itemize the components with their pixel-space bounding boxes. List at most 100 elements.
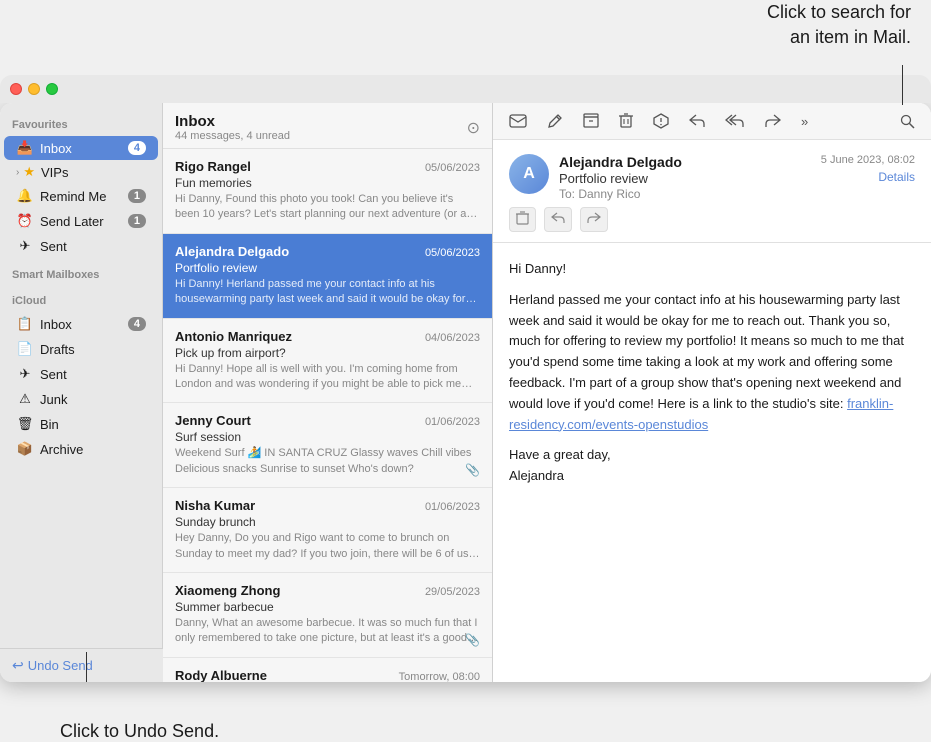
undo-send-icon: ↩ <box>12 657 24 674</box>
sidebar-item-archive[interactable]: 📦 Archive <box>4 437 158 461</box>
msg-subject: Summer barbecue <box>175 600 480 614</box>
remind-me-icon: 🔔 <box>16 187 34 205</box>
sidebar-item-bin[interactable]: 🗑 Bin <box>4 412 158 436</box>
compose-button[interactable] <box>543 111 567 131</box>
icloud-inbox-label: Inbox <box>40 317 128 332</box>
sidebar-item-vips[interactable]: › ★ VIPs <box>4 161 158 183</box>
archive-button[interactable] <box>579 111 603 131</box>
details-link[interactable]: Details <box>821 170 915 184</box>
msg-sender: Rigo Rangel <box>175 159 251 174</box>
mail-window: Favourites 📥 Inbox 4 › ★ VIPs 🔔 Remind M… <box>0 103 931 682</box>
msg-date: 05/06/2023 <box>425 247 480 259</box>
msg-preview: Hi Danny! Herland passed me your contact… <box>175 277 480 308</box>
msg-sender: Rody Albuerne <box>175 668 267 682</box>
icloud-inbox-badge: 4 <box>128 317 146 331</box>
detail-header: A Alejandra Delgado Portfolio review To:… <box>493 140 931 243</box>
message-item[interactable]: Xiaomeng Zhong 29/05/2023 Summer barbecu… <box>163 573 492 658</box>
message-item[interactable]: Rigo Rangel 05/06/2023 Fun memories Hi Da… <box>163 149 492 234</box>
msg-subject: Surf session <box>175 430 480 444</box>
icloud-inbox-icon: 📋 <box>16 315 34 333</box>
message-item[interactable]: Jenny Court 01/06/2023 Surf sessionWeeke… <box>163 403 492 488</box>
sidebar-item-icloud-inbox[interactable]: 📋 Inbox 4 <box>4 312 158 336</box>
sender-info: Alejandra Delgado Portfolio review To: D… <box>559 154 811 201</box>
msg-preview: Hi Danny, Found this photo you took! Can… <box>175 192 480 223</box>
annotation-line-right <box>902 65 903 105</box>
archive-icon: 📦 <box>16 440 34 458</box>
detail-trash-button[interactable] <box>509 207 536 232</box>
search-button[interactable] <box>896 112 919 131</box>
msg-date: 01/06/2023 <box>425 416 480 428</box>
message-list: Inbox 44 messages, 4 unread ⊙ Rigo Range… <box>163 103 493 682</box>
junk-label: Junk <box>40 392 146 407</box>
messages-container: Rigo Rangel 05/06/2023 Fun memories Hi Da… <box>163 149 492 682</box>
msg-sender: Antonio Manriquez <box>175 329 292 344</box>
msg-date: 05/06/2023 <box>425 162 480 174</box>
message-detail: » A Alejandra Delgado Portfolio review T… <box>493 103 931 682</box>
undo-send-label: Undo Send <box>28 658 93 673</box>
to-label: To: <box>559 187 578 201</box>
detail-toolbar: » <box>493 103 931 140</box>
msg-sender: Xiaomeng Zhong <box>175 583 280 598</box>
send-later-badge: 1 <box>128 214 146 228</box>
reply-all-button[interactable] <box>721 112 749 130</box>
sidebar-item-sent[interactable]: ✈ Sent <box>4 234 158 258</box>
minimize-button[interactable] <box>28 83 40 95</box>
sidebar-item-remind-me[interactable]: 🔔 Remind Me 1 <box>4 184 158 208</box>
junk-button[interactable] <box>649 111 673 131</box>
message-item[interactable]: Nisha Kumar 01/06/2023 Sunday brunchHey … <box>163 488 492 573</box>
send-later-icon: ⏰ <box>16 212 34 230</box>
sent-label: Sent <box>40 239 146 254</box>
detail-date: 5 June 2023, 08:02 <box>821 154 915 166</box>
sidebar-item-icloud-sent[interactable]: ✈ Sent <box>4 362 158 386</box>
remind-me-label: Remind Me <box>40 189 128 204</box>
new-message-button[interactable] <box>505 111 531 131</box>
msg-subject: Portfolio review <box>175 261 480 275</box>
trash-button[interactable] <box>615 111 637 131</box>
sent-icon: ✈ <box>16 237 34 255</box>
remind-me-badge: 1 <box>128 189 146 203</box>
sidebar-item-send-later[interactable]: ⏰ Send Later 1 <box>4 209 158 233</box>
attachment-icon: 📎 <box>465 633 480 647</box>
msg-date: Tomorrow, 08:00 <box>399 671 480 682</box>
msg-subject: Fun memories <box>175 176 480 190</box>
forward-button[interactable] <box>761 112 785 130</box>
sender-name: Alejandra Delgado <box>559 154 811 170</box>
msg-date: 01/06/2023 <box>425 501 480 513</box>
sidebar-item-inbox[interactable]: 📥 Inbox 4 <box>4 136 158 160</box>
traffic-lights <box>10 83 58 95</box>
message-item[interactable]: Alejandra Delgado 05/06/2023 Portfolio r… <box>163 234 492 319</box>
undo-send-button[interactable]: ↩ Undo Send <box>0 648 163 682</box>
annotation-undo-send: Click to Undo Send. <box>60 721 219 742</box>
filter-icon[interactable]: ⊙ <box>467 118 480 138</box>
zoom-button[interactable] <box>46 83 58 95</box>
msg-preview: Hi Danny! Hope all is well with you. I'm… <box>175 362 480 393</box>
sidebar-item-junk[interactable]: ⚠ Junk <box>4 387 158 411</box>
archive-label: Archive <box>40 442 146 457</box>
msg-preview: Danny, What an awesome barbecue. It was … <box>175 616 480 647</box>
detail-reply-button[interactable] <box>544 207 572 232</box>
body-greeting: Hi Danny! <box>509 259 915 280</box>
drafts-icon: 📄 <box>16 340 34 358</box>
favourites-label: Favourites <box>0 111 162 135</box>
message-item[interactable]: Rody Albuerne Tomorrow, 08:00 Baking wor… <box>163 658 492 682</box>
msg-preview: Weekend Surf 🏄 IN SANTA CRUZ Glassy wave… <box>175 446 480 477</box>
bin-label: Bin <box>40 417 146 432</box>
body-signoff: Have a great day, Alejandra <box>509 445 915 487</box>
close-button[interactable] <box>10 83 22 95</box>
msg-sender: Alejandra Delgado <box>175 244 289 259</box>
body-paragraph: Herland passed me your contact info at h… <box>509 290 915 436</box>
inbox-badge: 4 <box>128 141 146 155</box>
annotation-line-bottom <box>86 652 87 682</box>
sidebar-inbox-label: Inbox <box>40 141 128 156</box>
more-button[interactable]: » <box>797 112 812 131</box>
icloud-label: iCloud <box>0 285 162 311</box>
detail-subject: Portfolio review <box>559 171 811 186</box>
sidebar-item-drafts[interactable]: 📄 Drafts <box>4 337 158 361</box>
detail-forward-button[interactable] <box>580 207 608 232</box>
message-item[interactable]: Antonio Manriquez 04/06/2023 Pick up fro… <box>163 319 492 404</box>
avatar: A <box>509 154 549 194</box>
msg-sender: Nisha Kumar <box>175 498 255 513</box>
msg-subject: Sunday brunch <box>175 515 480 529</box>
reply-button[interactable] <box>685 112 709 130</box>
message-list-header: Inbox 44 messages, 4 unread ⊙ <box>163 103 492 149</box>
